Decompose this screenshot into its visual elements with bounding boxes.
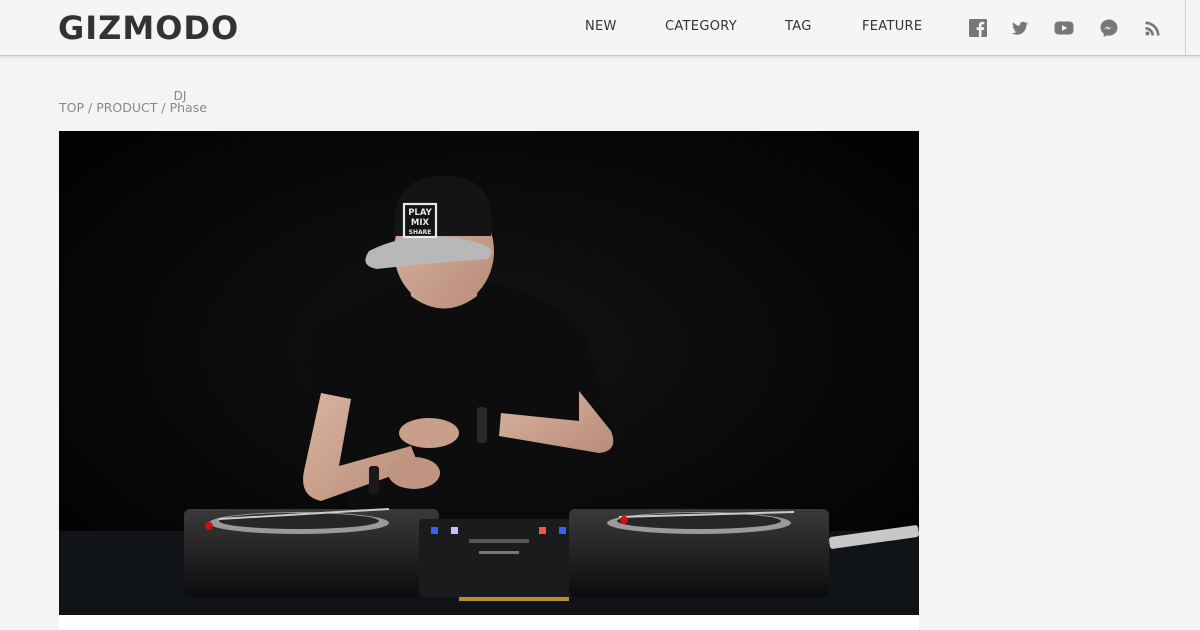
- cap-text-play: PLAY: [408, 208, 432, 218]
- cap-text-mix: MIX: [411, 218, 430, 228]
- site-header: GIZMODO NEW CATEGORY TAG FEATURE: [0, 0, 1200, 56]
- facebook-icon[interactable]: [968, 18, 988, 38]
- breadcrumb: TOP / PRODUCT / DJ Phase: [59, 89, 207, 116]
- site-logo[interactable]: GIZMODO: [58, 9, 239, 47]
- nav-feature[interactable]: FEATURE: [862, 19, 922, 35]
- messenger-icon[interactable]: [1099, 18, 1119, 38]
- breadcrumb-separator: /: [161, 100, 166, 115]
- rss-icon[interactable]: [1143, 18, 1163, 38]
- hero-image[interactable]: PLAY MIX SHARE: [59, 131, 919, 615]
- header-divider: [1185, 0, 1186, 56]
- breadcrumb-top[interactable]: TOP: [59, 100, 84, 115]
- breadcrumb-separator: /: [88, 100, 93, 115]
- cap-text-share: SHARE: [409, 229, 432, 236]
- article-card: [59, 615, 919, 630]
- breadcrumb-product[interactable]: PRODUCT: [96, 100, 157, 115]
- youtube-icon[interactable]: [1054, 18, 1074, 38]
- breadcrumb-current-top: DJ: [173, 89, 187, 103]
- dj-performance-photo: PLAY MIX SHARE: [59, 131, 919, 615]
- nav-category[interactable]: CATEGORY: [665, 19, 737, 35]
- nav-new[interactable]: NEW: [585, 19, 617, 35]
- nav-tag[interactable]: TAG: [785, 19, 812, 35]
- twitter-icon[interactable]: [1010, 18, 1030, 38]
- breadcrumb-current: DJ Phase: [170, 89, 207, 116]
